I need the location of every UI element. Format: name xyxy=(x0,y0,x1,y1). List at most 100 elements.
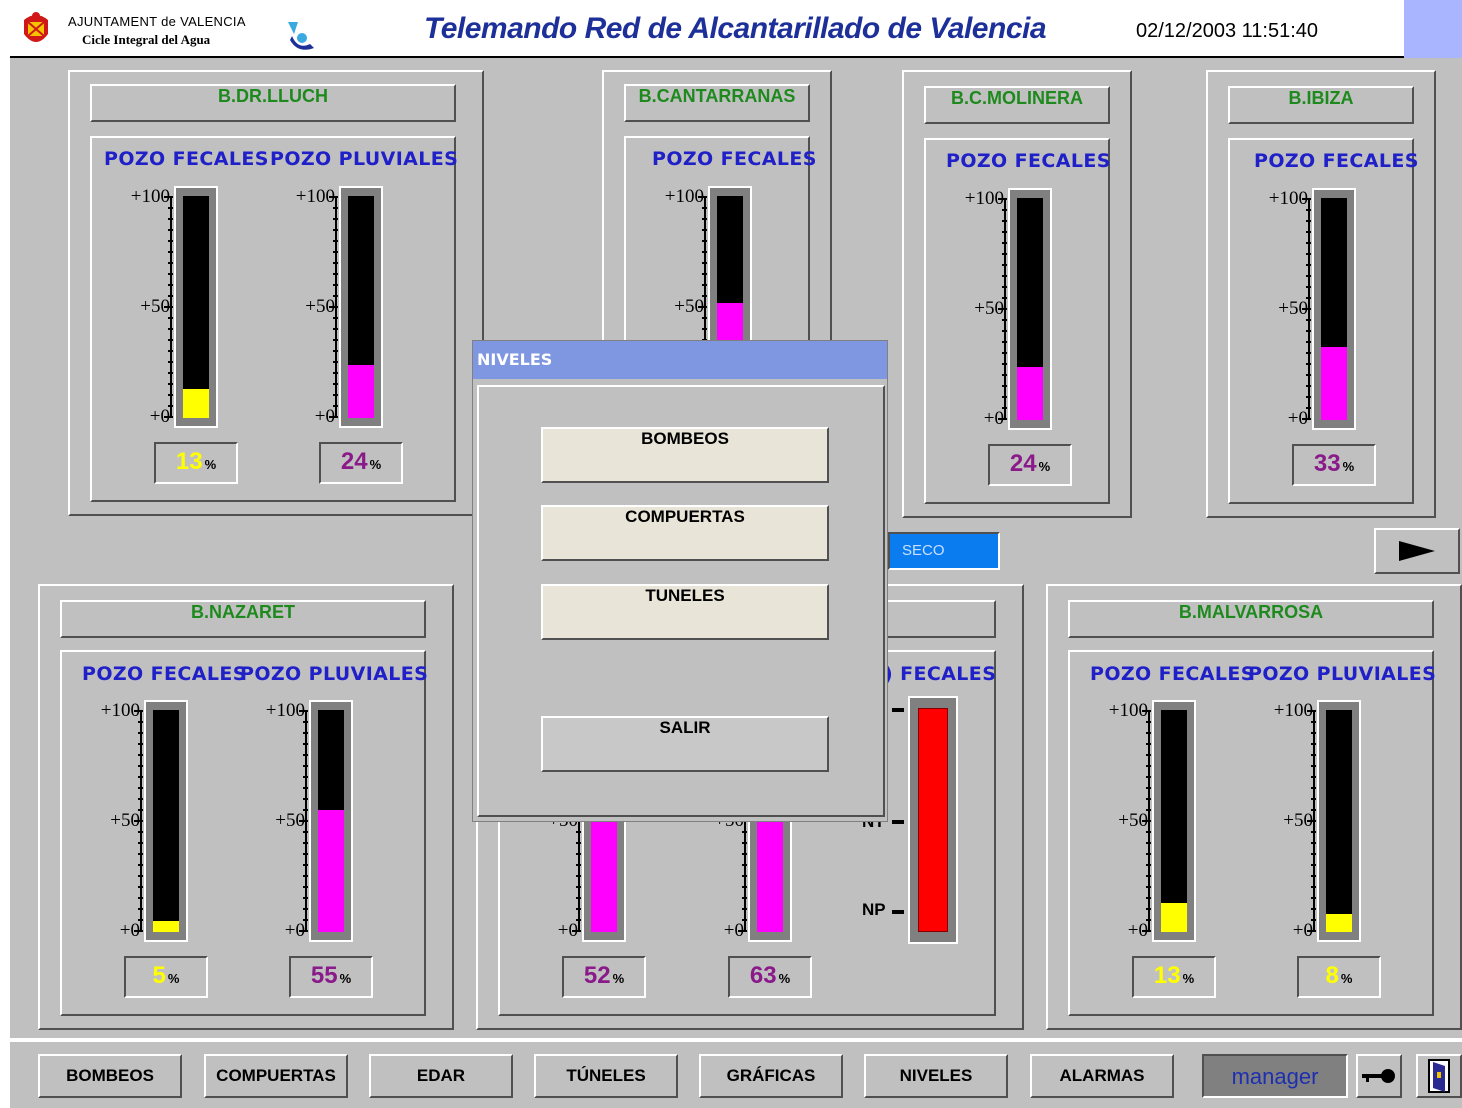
dialog-salir-button[interactable]: SALIR xyxy=(541,716,829,772)
scale-tick xyxy=(168,383,173,385)
scale-tick xyxy=(1311,743,1316,745)
scale-tick xyxy=(303,754,308,756)
level-fill xyxy=(1326,914,1352,932)
level-tube-inner xyxy=(183,196,209,418)
level-percent-value: 55 xyxy=(310,962,338,989)
pozo-fecales-label: POZO FECALES xyxy=(1090,663,1255,685)
scale-tick xyxy=(1146,809,1151,811)
scale-tick xyxy=(1146,864,1151,866)
scale-tick xyxy=(303,919,308,921)
play-arrow-icon xyxy=(1399,541,1435,561)
scale-tick xyxy=(1302,308,1311,310)
nav-tuneles-button[interactable]: TÚNELES xyxy=(534,1054,678,1098)
dialog-title-bar[interactable]: NIVELES xyxy=(473,341,887,379)
scale-tick xyxy=(168,207,173,209)
scale-tick xyxy=(303,743,308,745)
station-name-molinera: B.C.MOLINERA xyxy=(924,86,1110,124)
scale-tick xyxy=(1146,721,1151,723)
level-marker xyxy=(892,910,904,914)
scale-tick xyxy=(576,842,581,844)
scale-tick xyxy=(1302,198,1311,200)
scale-tick xyxy=(299,710,308,712)
nav-niveles-button[interactable]: NIVELES xyxy=(864,1054,1008,1098)
next-page-button[interactable] xyxy=(1374,528,1460,574)
scale-tick xyxy=(702,218,707,220)
exit-door-button[interactable] xyxy=(1416,1054,1462,1098)
scale-tick xyxy=(1002,363,1007,365)
scale-tick xyxy=(998,308,1007,310)
scale-tick xyxy=(138,765,143,767)
dialog-tuneles-button[interactable]: TUNELES xyxy=(541,584,829,640)
scale-tick xyxy=(576,919,581,921)
scale-tick-label: +50 xyxy=(1118,810,1148,831)
scale-tick xyxy=(1306,231,1311,233)
scale-tick xyxy=(1002,275,1007,277)
scale-tick xyxy=(303,787,308,789)
scale-tick xyxy=(1002,286,1007,288)
scale-tick xyxy=(1146,842,1151,844)
scale-tick xyxy=(1142,930,1151,932)
nav-alarmas-button[interactable]: ALARMAS xyxy=(1030,1054,1174,1098)
percent-sign: % xyxy=(369,457,382,472)
percent-sign: % xyxy=(778,971,791,986)
scale-tick xyxy=(333,295,338,297)
scale-tick xyxy=(1146,776,1151,778)
scale-tick-label: +50 xyxy=(305,296,335,317)
nav-compuertas-button[interactable]: COMPUERTAS xyxy=(204,1054,348,1098)
scale-tick xyxy=(576,853,581,855)
scale-tick xyxy=(303,842,308,844)
scale-tick xyxy=(138,908,143,910)
scale-tick xyxy=(333,394,338,396)
scale-tick xyxy=(138,886,143,888)
scale-tick xyxy=(576,875,581,877)
nav-edar-button[interactable]: EDAR xyxy=(369,1054,513,1098)
scale-tick xyxy=(333,372,338,374)
level-percent-value: 13 xyxy=(1153,962,1181,989)
scale-tick xyxy=(1306,286,1311,288)
scale-tick xyxy=(329,196,338,198)
dialog-bombeos-button[interactable]: BOMBEOS xyxy=(541,427,829,483)
scale-tick xyxy=(168,350,173,352)
scale-tick xyxy=(303,853,308,855)
scale-tick-label: +0 xyxy=(149,406,170,427)
org-name-line1: AJUNTAMENT de VALENCIA xyxy=(68,14,246,29)
scale-tick xyxy=(333,383,338,385)
pozo-pluviales-label: POZO PLUVIALES xyxy=(1248,663,1437,685)
login-key-button[interactable] xyxy=(1356,1054,1402,1098)
level-percent-value: 24 xyxy=(1009,450,1037,477)
scale-tick xyxy=(1311,908,1316,910)
scale-tick xyxy=(576,886,581,888)
datetime-display: 02/12/2003 11:51:40 xyxy=(1136,20,1319,42)
scale-tick xyxy=(1146,886,1151,888)
scale-tick xyxy=(168,372,173,374)
scale-tick xyxy=(1002,374,1007,376)
valencia-coat-of-arms-icon xyxy=(24,12,48,42)
user-display: manager xyxy=(1202,1054,1348,1098)
nav-graficas-button[interactable]: GRÁFICAS xyxy=(699,1054,843,1098)
scale-tick xyxy=(1146,853,1151,855)
scale-tick xyxy=(333,361,338,363)
scale-tick-label: +0 xyxy=(1127,920,1148,941)
nav-bombeos-button[interactable]: BOMBEOS xyxy=(38,1054,182,1098)
scale-tick xyxy=(698,196,707,198)
scale-tick xyxy=(1002,330,1007,332)
scale-tick-label: +100 xyxy=(1273,700,1313,721)
scale-tick xyxy=(303,864,308,866)
np-label: NP xyxy=(862,900,886,919)
scale-tick xyxy=(303,765,308,767)
scale-tick xyxy=(168,218,173,220)
dialog-body: BOMBEOS COMPUERTAS TUNELES SALIR xyxy=(477,385,885,817)
scale-tick xyxy=(168,229,173,231)
level-tube-inner xyxy=(1161,710,1187,932)
dialog-compuertas-button[interactable]: COMPUERTAS xyxy=(541,505,829,561)
scale-tick xyxy=(164,196,173,198)
level-marker xyxy=(892,820,904,824)
scale-tick xyxy=(303,908,308,910)
scale-tick xyxy=(998,418,1007,420)
scale-tick xyxy=(1306,220,1311,222)
scale-tick xyxy=(168,328,173,330)
scale-tick xyxy=(333,317,338,319)
scale-tick xyxy=(1146,732,1151,734)
scale-tick xyxy=(168,273,173,275)
scale-tick xyxy=(303,732,308,734)
